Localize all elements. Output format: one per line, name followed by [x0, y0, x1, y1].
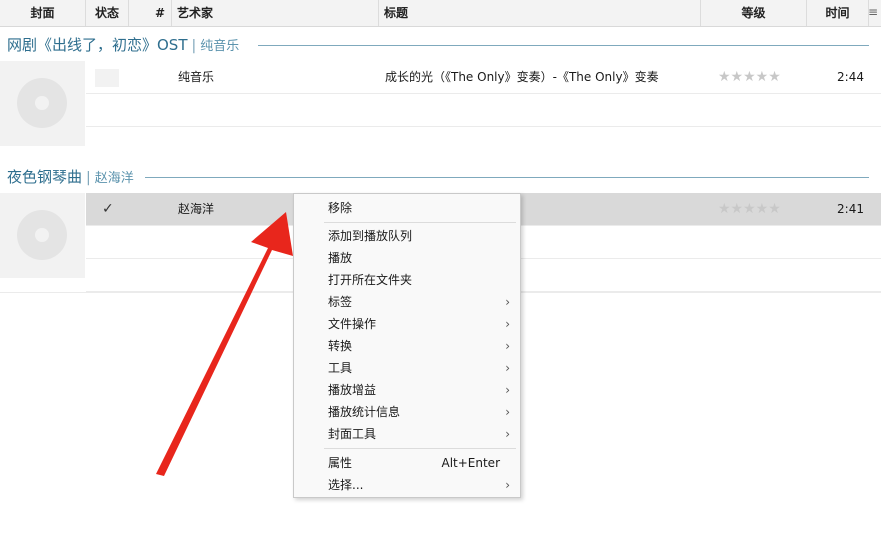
group-header-1: 网剧《出线了，初恋》OST | 纯音乐 — [7, 35, 239, 55]
menu-item-label: 添加到播放队列 — [328, 229, 413, 243]
column-header-cover[interactable]: 封面 — [0, 0, 86, 26]
column-header-rating[interactable]: 等级 — [701, 0, 807, 26]
track-duration: 2:41 — [837, 202, 864, 216]
chevron-right-icon: › — [505, 317, 510, 331]
menu-item-label: 文件操作 — [328, 317, 377, 331]
column-options-icon[interactable]: ≡ — [868, 5, 878, 19]
menu-item-replay-gain[interactable]: 播放增益 › — [294, 379, 520, 401]
menu-item-select[interactable]: 选择... › — [294, 474, 520, 496]
menu-item-cover-tools[interactable]: 封面工具 › — [294, 423, 520, 445]
rating-stars[interactable]: ★★★★★ — [718, 61, 781, 94]
menu-separator — [324, 448, 516, 449]
column-header-number[interactable]: # — [129, 0, 172, 26]
menu-item-tools[interactable]: 工具 › — [294, 357, 520, 379]
menu-item-play[interactable]: 播放 — [294, 247, 520, 269]
chevron-right-icon: › — [505, 427, 510, 441]
menu-item-convert[interactable]: 转换 › — [294, 335, 520, 357]
group-artist: 赵海洋 — [94, 171, 134, 186]
menu-item-open-folder[interactable]: 打开所在文件夹 — [294, 269, 520, 291]
table-row[interactable]: 纯音乐 成长的光（《The Only》变奏）-《The Only》变奏 ★★★★… — [86, 61, 881, 94]
menu-item-label: 属性 — [328, 456, 353, 470]
menu-item-properties[interactable]: 属性 Alt+Enter — [294, 452, 520, 474]
group-artist: 纯音乐 — [200, 39, 240, 54]
album-cover-placeholder[interactable] — [0, 193, 85, 278]
column-header-title[interactable]: 标题 — [379, 0, 701, 26]
menu-item-label: 播放 — [328, 251, 353, 265]
chevron-right-icon: › — [505, 478, 510, 492]
context-menu: 移除 添加到播放队列 播放 打开所在文件夹 标签 › 文件操作 › 转换 › 工具 › … — [293, 193, 521, 498]
column-header: 封面 状态 # 艺术家 标题 等级 时间 ≡ — [0, 0, 881, 27]
chevron-right-icon: › — [505, 339, 510, 353]
group-separator: | — [191, 38, 197, 54]
menu-item-shortcut: Alt+Enter — [441, 456, 500, 470]
chevron-right-icon: › — [505, 383, 510, 397]
disc-icon — [17, 210, 67, 260]
album-cover-placeholder[interactable] — [0, 61, 85, 146]
menu-item-add-to-queue[interactable]: 添加到播放队列 — [294, 225, 520, 247]
menu-item-label: 工具 — [328, 361, 353, 375]
group-divider-line — [145, 177, 869, 178]
empty-row — [86, 94, 881, 127]
menu-item-remove[interactable]: 移除 — [294, 197, 520, 219]
track-duration: 2:44 — [837, 70, 864, 84]
menu-item-label: 转换 — [328, 339, 353, 353]
menu-item-label: 打开所在文件夹 — [328, 273, 413, 287]
chevron-right-icon: › — [505, 295, 510, 309]
group-separator: | — [86, 170, 91, 186]
status-indicator — [95, 69, 119, 87]
menu-item-playback-statistics[interactable]: 播放统计信息 › — [294, 401, 520, 423]
menu-item-label: 播放增益 — [328, 383, 377, 397]
menu-item-label: 移除 — [328, 201, 353, 215]
menu-item-tags[interactable]: 标签 › — [294, 291, 520, 313]
track-artist: 纯音乐 — [178, 70, 215, 84]
menu-item-file-operations[interactable]: 文件操作 › — [294, 313, 520, 335]
menu-item-label: 选择... — [328, 478, 364, 492]
menu-separator — [324, 222, 516, 223]
menu-item-label: 封面工具 — [328, 427, 377, 441]
group-album-title: 网剧《出线了，初恋》OST — [7, 36, 188, 54]
disc-icon — [17, 78, 67, 128]
rating-stars[interactable]: ★★★★★ — [718, 193, 781, 226]
chevron-right-icon: › — [505, 405, 510, 419]
column-header-artist[interactable]: 艺术家 — [172, 0, 379, 26]
menu-item-label: 播放统计信息 — [328, 405, 401, 419]
checkmark-icon: ✓ — [102, 201, 114, 217]
group-header-2: 夜色钢琴曲 | 赵海洋 — [7, 167, 134, 187]
chevron-right-icon: › — [505, 361, 510, 375]
group-album-title: 夜色钢琴曲 — [7, 168, 83, 186]
group-divider-line — [258, 45, 869, 46]
column-header-time[interactable]: 时间 — [807, 0, 869, 26]
menu-item-label: 标签 — [328, 295, 353, 309]
column-header-status[interactable]: 状态 — [86, 0, 129, 26]
track-title: 成长的光（《The Only》变奏）-《The Only》变奏 — [385, 70, 659, 84]
